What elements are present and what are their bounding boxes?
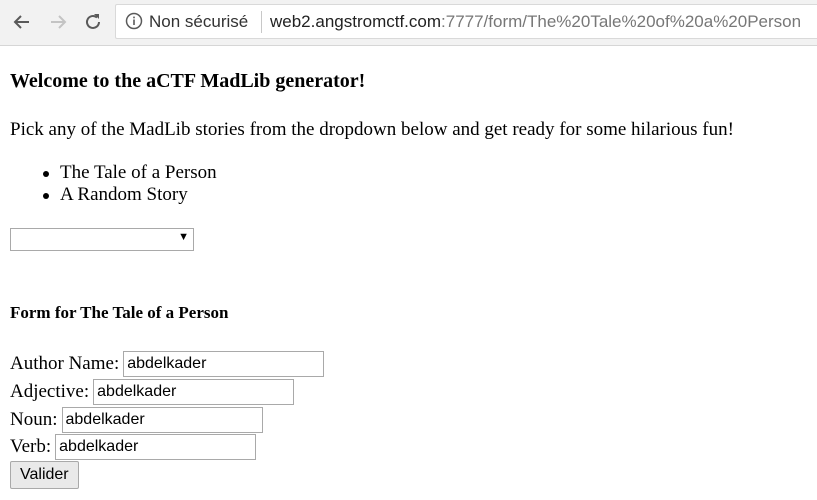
form-title: Form for The Tale of a Person — [10, 303, 229, 322]
verb-row: Verb: — [10, 433, 257, 461]
reload-button[interactable] — [81, 10, 105, 34]
arrow-left-icon — [13, 15, 29, 29]
omnibox-divider — [261, 11, 262, 33]
noun-row: Noun: — [10, 406, 263, 434]
adjective-label: Adjective: — [10, 381, 90, 402]
info-icon[interactable] — [125, 12, 143, 30]
story-list: The Tale of a Person A Random Story — [10, 162, 217, 206]
url-host: web2.angstromctf.com — [270, 12, 442, 31]
verb-input[interactable] — [55, 434, 257, 460]
arrow-right-icon — [51, 15, 67, 29]
address-bar[interactable]: Non sécurisé web2.angstromctf.com:7777/f… — [115, 4, 817, 39]
url-path: :7777/form/The%20Tale%20of%20a%20Person — [441, 12, 802, 31]
noun-label: Noun: — [10, 409, 58, 430]
author-name-input[interactable] — [123, 351, 325, 377]
dropdown-arrow-icon: ▼ — [178, 231, 189, 243]
adjective-row: Adjective: — [10, 378, 295, 406]
verb-label: Verb: — [10, 436, 52, 457]
forward-button[interactable] — [46, 10, 70, 34]
back-button[interactable] — [10, 10, 34, 34]
story-select[interactable]: ▼ — [10, 228, 194, 251]
reload-icon — [86, 14, 100, 29]
list-item: The Tale of a Person — [10, 162, 217, 184]
url-text[interactable]: web2.angstromctf.com:7777/form/The%20Tal… — [270, 12, 801, 32]
adjective-input[interactable] — [93, 379, 295, 405]
author-name-row: Author Name: — [10, 350, 325, 378]
security-label[interactable]: Non sécurisé — [149, 12, 248, 32]
browser-toolbar: Non sécurisé web2.angstromctf.com:7777/f… — [0, 0, 817, 46]
intro-text: Pick any of the MadLib stories from the … — [10, 119, 734, 140]
list-item: A Random Story — [10, 184, 217, 206]
page-title: Welcome to the aCTF MadLib generator! — [10, 70, 366, 92]
noun-input[interactable] — [61, 407, 263, 433]
author-name-label: Author Name: — [10, 353, 120, 374]
submit-button[interactable]: Valider — [10, 461, 79, 489]
